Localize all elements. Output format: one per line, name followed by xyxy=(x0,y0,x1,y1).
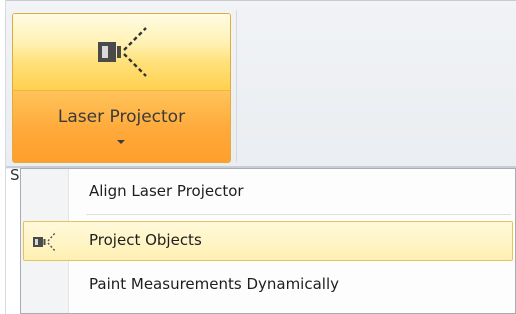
laser-projector-dropdown-part[interactable]: Laser Projector xyxy=(13,91,230,162)
laser-projector-button-top[interactable] xyxy=(13,14,230,91)
laser-projector-icon xyxy=(33,231,57,253)
dropdown-arrow-icon xyxy=(117,140,125,144)
laser-projector-menu: Align Laser Projector Project Objects Pa… xyxy=(20,168,516,314)
menu-separator xyxy=(86,214,511,215)
menu-item-label: Align Laser Projector xyxy=(89,182,244,200)
laser-projector-icon xyxy=(98,27,147,77)
menu-item-align-laser-projector[interactable]: Align Laser Projector xyxy=(23,172,513,212)
ribbon-group-separator xyxy=(236,10,237,162)
menu-item-paint-measurements-dynamically[interactable]: Paint Measurements Dynamically xyxy=(23,265,513,305)
menu-item-project-objects[interactable]: Project Objects xyxy=(23,221,513,261)
menu-item-label: Paint Measurements Dynamically xyxy=(89,275,340,293)
window-left-edge xyxy=(0,0,6,314)
menu-item-label: Project Objects xyxy=(89,231,202,249)
laser-projector-label: Laser Projector xyxy=(57,107,186,127)
laser-projector-button[interactable]: Laser Projector xyxy=(12,13,231,163)
partially-hidden-text: S xyxy=(10,166,20,184)
